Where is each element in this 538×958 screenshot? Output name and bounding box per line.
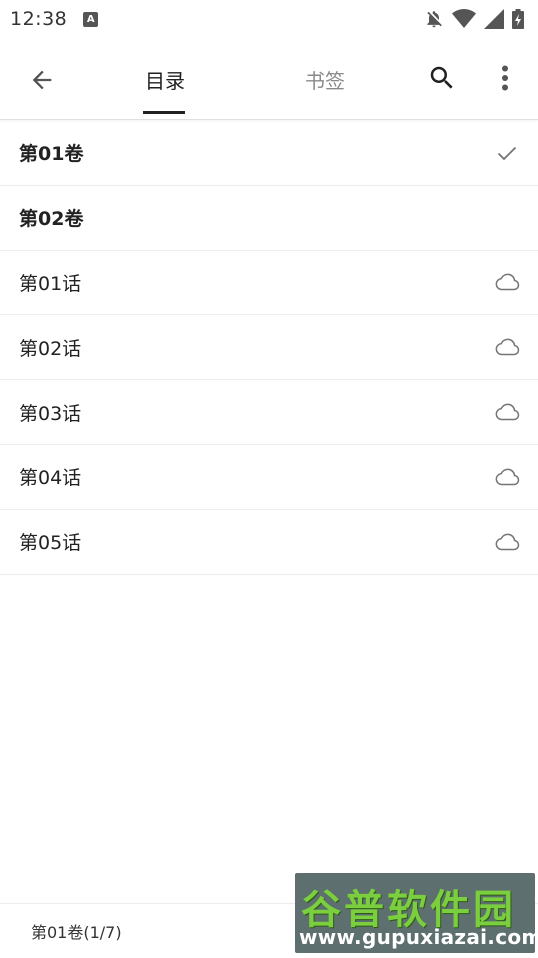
check-icon xyxy=(494,143,520,163)
list-item[interactable]: 第02话 xyxy=(0,315,538,381)
battery-charging-icon xyxy=(512,9,524,29)
cloud-icon[interactable] xyxy=(494,272,520,292)
list-item[interactable]: 第03话 xyxy=(0,380,538,445)
tab-contents-label: 目录 xyxy=(145,68,185,93)
list-item-label: 第01话 xyxy=(19,272,82,295)
search-button[interactable] xyxy=(424,60,460,96)
active-tab-indicator xyxy=(143,111,185,114)
more-vert-icon xyxy=(502,65,508,91)
cloud-icon[interactable] xyxy=(494,532,520,552)
wifi-icon xyxy=(452,9,476,29)
list-item[interactable]: 第01卷 xyxy=(0,121,538,186)
chapter-list: 第01卷 第02卷 第01话 第02话 第03话 第04话 第05话 xyxy=(0,121,538,575)
search-icon xyxy=(430,66,453,89)
notification-app-icon: A xyxy=(83,11,99,27)
volume-position-text: 第01卷(1/7) xyxy=(31,923,122,942)
list-item[interactable]: 第02卷 xyxy=(0,186,538,251)
more-options-button[interactable] xyxy=(488,60,522,96)
watermark-logo: 谷普软件园 www.gupuxiazai.com xyxy=(295,873,535,953)
cloud-icon[interactable] xyxy=(494,402,520,422)
tab-contents[interactable]: 目录 xyxy=(120,38,210,120)
list-item-label: 第01卷 xyxy=(19,143,84,166)
back-button[interactable] xyxy=(24,62,60,98)
tab-bookmarks-label: 书签 xyxy=(305,68,345,93)
list-item[interactable]: 第01话 xyxy=(0,251,538,316)
list-item[interactable]: 第05话 xyxy=(0,510,538,575)
status-bar: 12:38 A xyxy=(0,0,538,38)
cloud-icon[interactable] xyxy=(494,337,520,357)
list-item-label: 第04话 xyxy=(19,467,82,490)
list-item-label: 第03话 xyxy=(19,402,82,425)
app-bar: 目录 书签 xyxy=(0,38,538,120)
cloud-icon[interactable] xyxy=(494,467,520,487)
status-icons xyxy=(424,9,524,29)
watermark-url: www.gupuxiazai.com xyxy=(299,925,535,949)
cellular-signal-icon xyxy=(484,9,504,29)
list-item[interactable]: 第04话 xyxy=(0,445,538,510)
arrow-back-icon xyxy=(32,70,52,90)
tab-bookmarks[interactable]: 书签 xyxy=(280,38,370,120)
status-time: 12:38 xyxy=(10,8,68,30)
bell-off-icon xyxy=(424,9,444,29)
list-item-label: 第05话 xyxy=(19,532,82,555)
list-item-label: 第02话 xyxy=(19,337,82,360)
list-item-label: 第02卷 xyxy=(19,208,84,231)
